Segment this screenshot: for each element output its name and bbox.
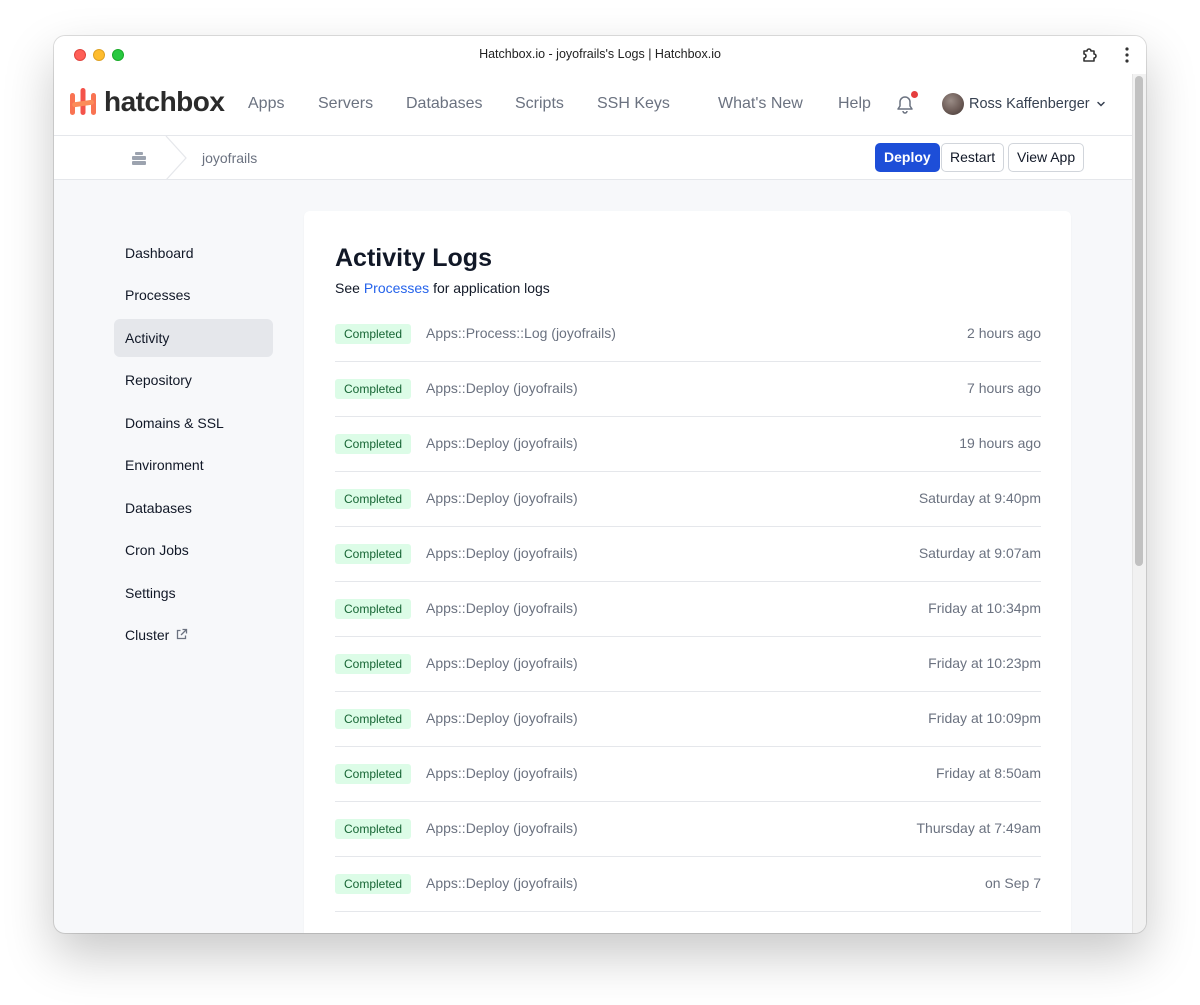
log-timestamp: 7 hours ago: [967, 380, 1041, 396]
log-row[interactable]: Completed Apps::Deploy (joyofrails) Friday…: [335, 637, 1041, 692]
nav-whats-new[interactable]: What's New: [718, 95, 803, 113]
log-row[interactable]: Completed Apps::Deploy (joyofrails) Saturd…: [335, 527, 1041, 582]
log-row[interactable]: Completed Apps::Deploy (joyofrails) Saturd…: [335, 472, 1041, 527]
sidebar-item-environment[interactable]: Environment: [114, 446, 273, 484]
log-timestamp: 2 hours ago: [967, 325, 1041, 341]
breadcrumb-separator: [165, 136, 187, 180]
log-job-name[interactable]: Apps::Deploy (joyofrails): [426, 490, 578, 506]
sidebar-item-cron-jobs[interactable]: Cron Jobs: [114, 531, 273, 569]
sidebar-item-settings[interactable]: Settings: [114, 574, 273, 612]
app-header: hatchbox Apps Servers Databases Scripts …: [54, 74, 1132, 136]
hatchbox-logo[interactable]: hatchbox: [68, 86, 225, 118]
sidebar-item-dashboard[interactable]: Dashboard: [114, 234, 273, 272]
sidebar-item-cluster[interactable]: Cluster: [114, 616, 273, 654]
notification-dot: [911, 91, 918, 98]
log-job-name[interactable]: Apps::Deploy (joyofrails): [426, 380, 578, 396]
log-row[interactable]: Completed Apps::Deploy (joyofrails) on Sep…: [335, 857, 1041, 912]
log-timestamp: Friday at 10:23pm: [928, 655, 1041, 671]
browser-titlebar: Hatchbox.io - joyofrails's Logs | Hatchb…: [54, 36, 1146, 74]
log-timestamp: Saturday at 9:40pm: [918, 490, 1041, 506]
log-job-name[interactable]: Apps::Deploy (joyofrails): [426, 820, 578, 836]
log-job-name[interactable]: Apps::Deploy (joyofrails): [426, 710, 578, 726]
log-row[interactable]: Completed Apps::Deploy (joyofrails) Friday…: [335, 747, 1041, 802]
log-timestamp: Friday at 10:34pm: [928, 600, 1041, 616]
sidebar-item-label: Cluster: [125, 627, 170, 643]
window-title: Hatchbox.io - joyofrails's Logs | Hatchb…: [479, 47, 721, 61]
log-row[interactable]: Completed Apps::Deploy (joyofrails) Thursd…: [335, 802, 1041, 857]
avatar: [942, 93, 964, 115]
page-subtitle: See Processes for application logs: [335, 280, 550, 296]
status-badge: Completed: [335, 379, 412, 399]
sidebar-item-repository[interactable]: Repository: [114, 361, 273, 399]
breadcrumb: joyofrails Deploy Restart View App: [54, 136, 1132, 180]
processes-link[interactable]: Processes: [364, 280, 429, 296]
log-timestamp: on Sep 7: [984, 875, 1041, 891]
log-timestamp: 19 hours ago: [959, 435, 1041, 451]
view-app-button[interactable]: View App: [1008, 143, 1085, 172]
status-badge: Completed: [335, 434, 412, 454]
sidebar-item-domains-ssl[interactable]: Domains & SSL: [114, 404, 273, 442]
restart-button[interactable]: Restart: [941, 143, 1005, 172]
log-job-name[interactable]: Apps::Deploy (joyofrails): [426, 655, 578, 671]
nav-apps[interactable]: Apps: [248, 95, 284, 113]
log-job-name[interactable]: Apps::Deploy (joyofrails): [426, 765, 578, 781]
status-badge: Completed: [335, 874, 412, 894]
scrollbar-thumb[interactable]: [1135, 76, 1143, 566]
status-badge: Completed: [335, 324, 412, 344]
nav-ssh-keys[interactable]: SSH Keys: [597, 95, 670, 113]
extensions-icon[interactable]: [1080, 45, 1100, 65]
hatchbox-logo-icon: [70, 88, 96, 115]
sidebar-item-activity[interactable]: Activity: [114, 319, 273, 357]
status-badge: Completed: [335, 599, 412, 619]
subtitle-suffix: for application logs: [433, 280, 550, 296]
log-job-name[interactable]: Apps::Deploy (joyofrails): [426, 600, 578, 616]
log-timestamp: Thursday at 7:49am: [916, 820, 1041, 836]
status-badge: Completed: [335, 654, 412, 674]
status-badge: Completed: [335, 544, 412, 564]
logo-text: hatchbox: [104, 86, 225, 117]
status-badge: Completed: [335, 764, 412, 784]
external-link-icon: [177, 628, 188, 640]
log-row[interactable]: Completed Apps::Process::Log (joyofrails)…: [335, 307, 1041, 362]
more-vertical-icon[interactable]: [1120, 46, 1134, 64]
sidebar-item-processes[interactable]: Processes: [114, 276, 273, 314]
log-timestamp: Friday at 10:09pm: [928, 710, 1041, 726]
nav-databases[interactable]: Databases: [406, 95, 483, 113]
status-badge: Completed: [335, 819, 412, 839]
user-menu[interactable]: Ross Kaffenberger: [942, 93, 1106, 115]
nav-scripts[interactable]: Scripts: [515, 95, 564, 113]
log-job-name[interactable]: Apps::Deploy (joyofrails): [426, 435, 578, 451]
log-job-name[interactable]: Apps::Deploy (joyofrails): [426, 875, 578, 891]
log-timestamp: Friday at 8:50am: [935, 765, 1041, 781]
activity-card: Activity Logs See Processes for applicat…: [304, 211, 1071, 933]
user-name: Ross Kaffenberger: [969, 96, 1090, 112]
nav-help[interactable]: Help: [838, 95, 871, 113]
log-row[interactable]: Completed Apps::Deploy (joyofrails) 7 hour…: [335, 362, 1041, 417]
log-job-name[interactable]: Apps::Process::Log (joyofrails): [426, 325, 616, 341]
nav-servers[interactable]: Servers: [318, 95, 373, 113]
server-stack-icon[interactable]: [130, 150, 148, 166]
deploy-button[interactable]: Deploy: [875, 143, 940, 172]
subtitle-prefix: See: [335, 280, 360, 296]
log-row[interactable]: Completed Apps::Deploy (joyofrails) Friday…: [335, 692, 1041, 747]
chevron-down-icon: [1096, 101, 1105, 107]
status-badge: Completed: [335, 709, 412, 729]
log-row[interactable]: Completed Apps::Deploy (joyofrails) 19 hou…: [335, 417, 1041, 472]
log-job-name[interactable]: Apps::Deploy (joyofrails): [426, 545, 578, 561]
breadcrumb-app-name[interactable]: joyofrails: [202, 150, 257, 166]
status-badge: Completed: [335, 489, 412, 509]
log-timestamp: Saturday at 9:07am: [918, 545, 1041, 561]
sidebar-item-databases[interactable]: Databases: [114, 489, 273, 527]
log-row[interactable]: Completed Apps::Deploy (joyofrails) Friday…: [335, 582, 1041, 637]
page-title: Activity Logs: [335, 244, 492, 272]
browser-window: Hatchbox.io - joyofrails's Logs | Hatchb…: [54, 36, 1146, 933]
